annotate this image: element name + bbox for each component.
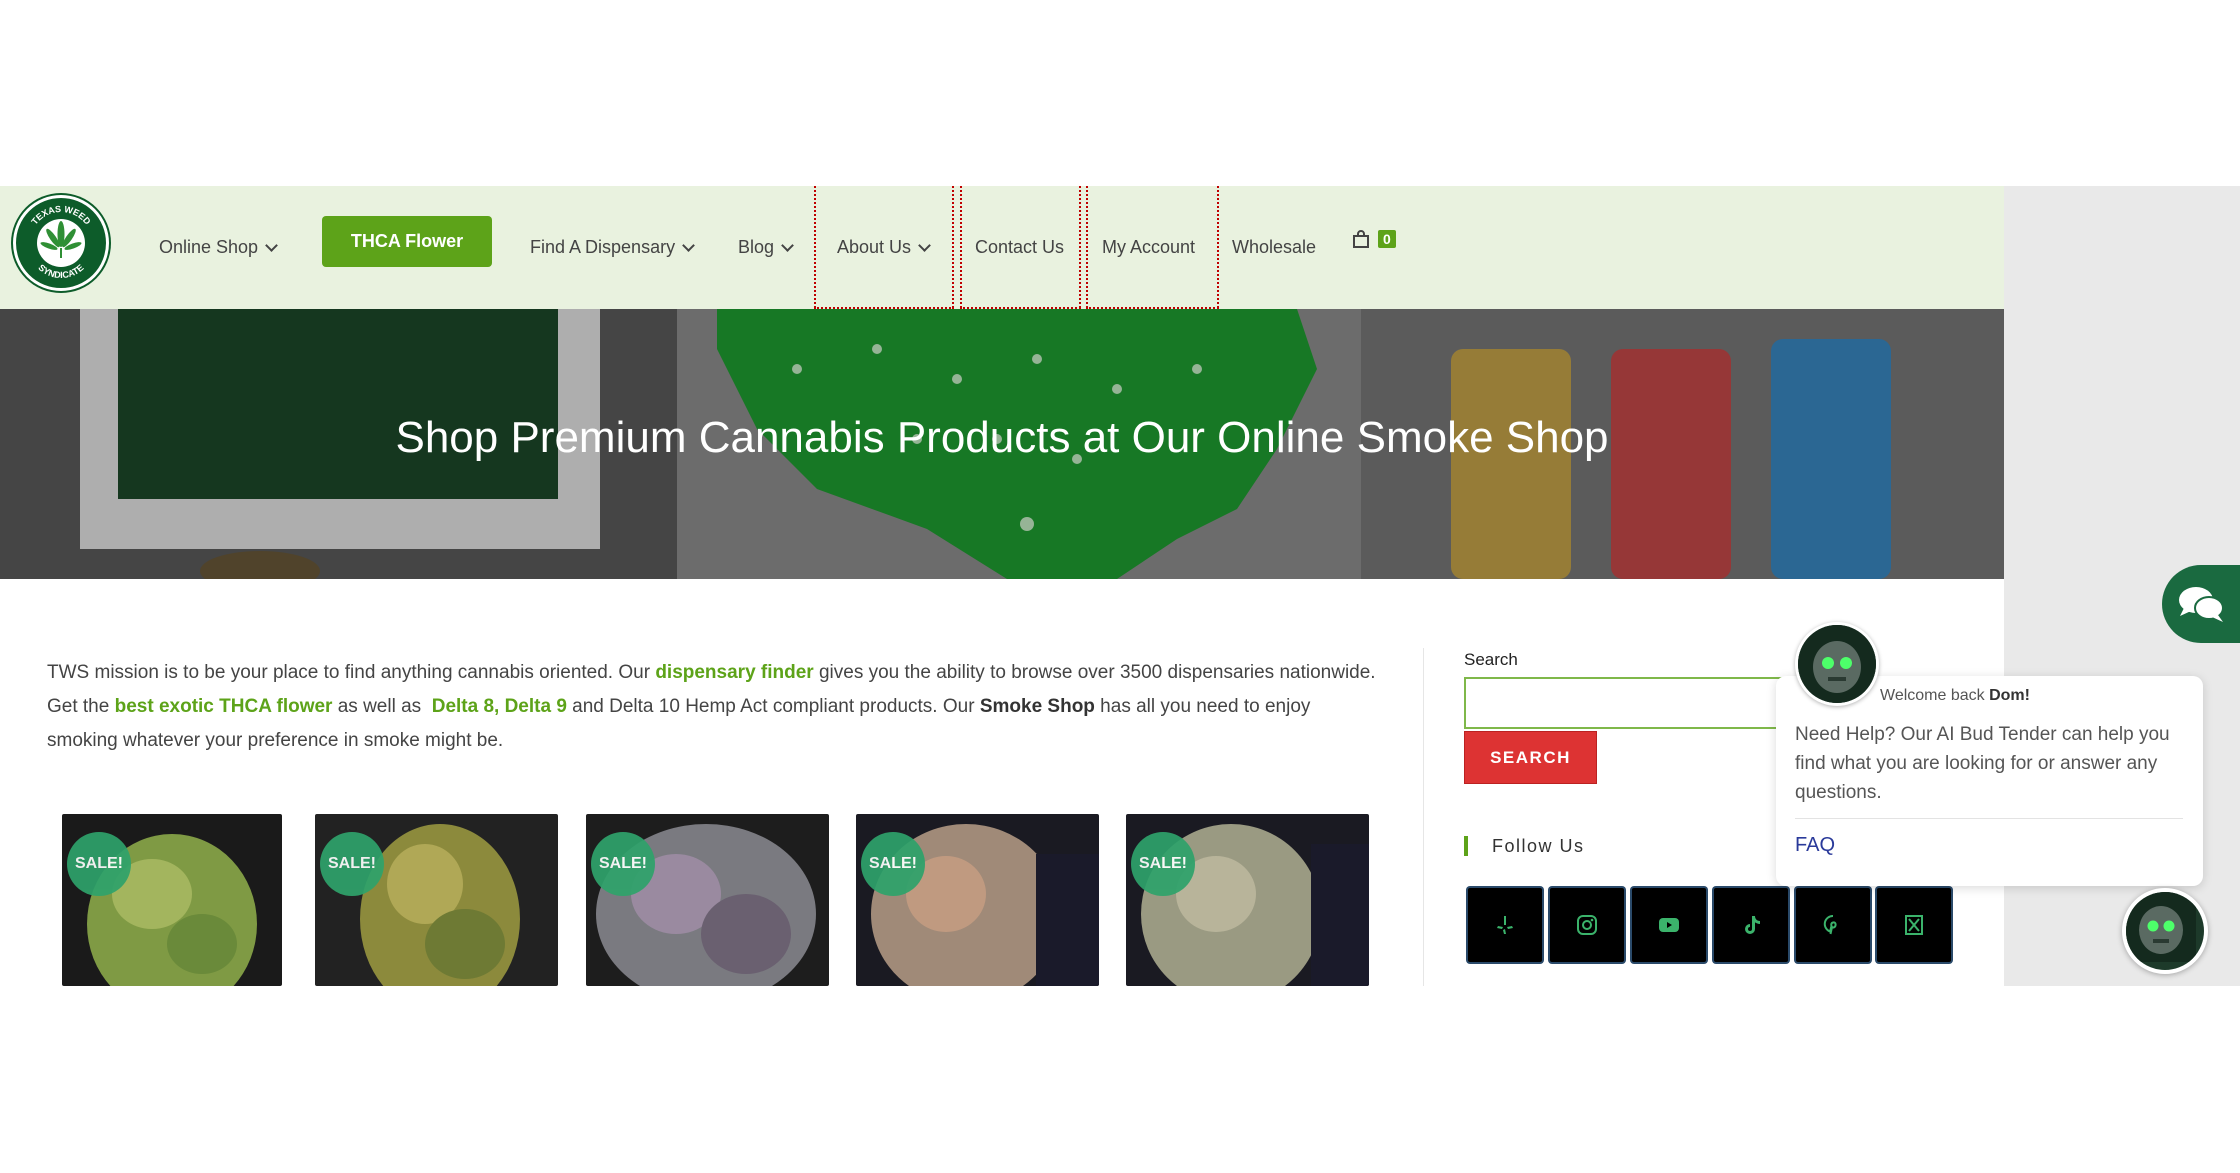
nav-wholesale[interactable]: Wholesale — [1232, 186, 1316, 309]
mission-text-part: TWS mission is to be your place to find … — [47, 662, 656, 683]
chevron-down-icon — [781, 238, 794, 252]
search-input[interactable] — [1464, 677, 1824, 729]
nav-blog[interactable]: Blog — [738, 186, 794, 309]
faq-link[interactable]: FAQ — [1795, 834, 1835, 857]
welcome-name: Dom! — [1989, 687, 2030, 704]
chat-message: Need Help? Our AI Bud Tender can help yo… — [1795, 724, 2170, 803]
nav-my-account[interactable]: My Account — [1102, 186, 1195, 309]
nav-about-us[interactable]: About Us — [837, 186, 931, 309]
debug-outline — [952, 186, 954, 308]
pinterest-icon[interactable] — [1796, 888, 1870, 962]
search-label: Search — [1464, 650, 1518, 669]
chat-divider — [1795, 818, 2183, 819]
product-card[interactable]: SALE! — [856, 814, 1099, 986]
debug-outline — [1086, 186, 1088, 308]
nav-contact-us-label: Contact Us — [975, 237, 1065, 257]
chevron-down-icon — [265, 238, 278, 252]
dispensary-finder-link[interactable]: dispensary finder — [655, 662, 813, 683]
sale-badge: SALE! — [861, 832, 925, 896]
mission-text: TWS mission is to be your place to find … — [47, 656, 1377, 758]
nav-wholesale-label: Wholesale — [1232, 237, 1317, 257]
follow-us-heading: Follow Us — [1464, 836, 1585, 856]
product-card[interactable]: SALE! — [1126, 814, 1369, 986]
nav-online-shop[interactable]: Online Shop — [159, 186, 278, 309]
chevron-down-icon — [682, 238, 695, 252]
nav-thca-flower-button[interactable]: THCA Flower — [322, 216, 492, 267]
chat-welcome: Welcome back Dom! — [1880, 687, 2030, 705]
hero-banner: Shop Premium Cannabis Products at Our On… — [0, 309, 2004, 579]
nav-cart[interactable]: 0 — [1352, 230, 1396, 248]
nav-find-dispensary[interactable]: Find A Dispensary — [530, 186, 695, 309]
chat-bubbles-icon — [2179, 587, 2224, 622]
sale-badge: SALE! — [591, 832, 655, 896]
debug-outline — [814, 186, 816, 308]
thca-flower-link[interactable]: best exotic THCA flower — [115, 696, 333, 717]
site-header: TEXAS WEED SYNDICATE Online Shop THCA Fl… — [0, 186, 2004, 309]
tiktok-icon[interactable] — [1714, 888, 1788, 962]
product-card[interactable]: SALE! — [315, 814, 558, 986]
nav-contact-us[interactable]: Contact Us — [975, 186, 1064, 309]
nav-find-dispensary-label: Find A Dispensary — [530, 237, 676, 257]
site-logo[interactable]: TEXAS WEED SYNDICATE — [13, 195, 109, 291]
sale-badge: SALE! — [67, 832, 131, 896]
nav-my-account-label: My Account — [1102, 237, 1196, 257]
sale-badge: SALE! — [320, 832, 384, 896]
sidebar-divider — [1423, 648, 1424, 986]
welcome-prefix: Welcome back — [1880, 687, 1990, 704]
instagram-icon[interactable] — [1550, 888, 1624, 962]
yelp-icon[interactable] — [1468, 888, 1542, 962]
mission-text-part: as well as — [332, 696, 432, 717]
product-card[interactable]: SALE! — [586, 814, 829, 986]
x-icon[interactable] — [1877, 888, 1951, 962]
product-card[interactable]: SALE! — [62, 814, 282, 986]
debug-outline — [1079, 186, 1081, 308]
nav-online-shop-label: Online Shop — [159, 237, 259, 257]
debug-outline — [1217, 186, 1219, 308]
smoke-shop-text: Smoke Shop — [979, 696, 1095, 717]
sale-badge: SALE! — [1131, 832, 1195, 896]
nav-about-us-label: About Us — [837, 237, 912, 257]
chat-open-button[interactable] — [2162, 565, 2240, 643]
mission-text-part: and Delta 10 Hemp Act compliant products… — [566, 696, 980, 717]
bot-avatar — [1795, 622, 1879, 706]
search-button[interactable]: SEARCH — [1464, 731, 1597, 784]
chevron-down-icon — [918, 238, 931, 252]
debug-outline — [960, 186, 962, 308]
nav-blog-label: Blog — [738, 237, 775, 257]
cart-count-badge: 0 — [1378, 230, 1396, 248]
bot-launcher-button[interactable] — [2122, 888, 2208, 974]
delta-link[interactable]: Delta 8, Delta 9 — [432, 696, 567, 717]
youtube-icon[interactable] — [1632, 888, 1706, 962]
hero-title: Shop Premium Cannabis Products at Our On… — [395, 413, 1609, 462]
shopping-bag-icon — [1353, 230, 1369, 248]
